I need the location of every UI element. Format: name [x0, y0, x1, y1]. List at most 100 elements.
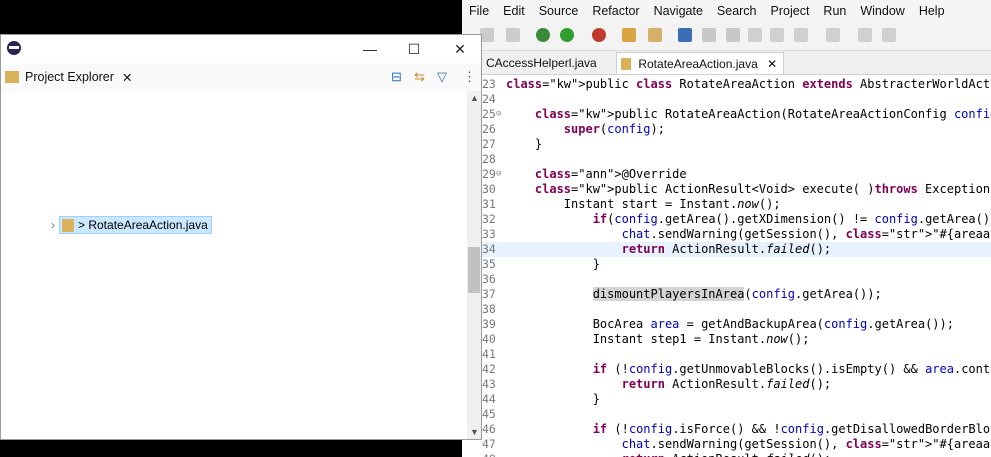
menu-project[interactable]: Project	[764, 4, 817, 18]
last-edit-location-icon[interactable]	[858, 28, 872, 42]
view-menu-icon[interactable]: ⋮	[463, 69, 476, 85]
code-line[interactable]: 48 return ActionResult.failed();	[462, 452, 991, 457]
menu-search[interactable]: Search	[710, 4, 764, 18]
fold-toggle-icon[interactable]: ⊖	[496, 167, 501, 182]
code-line[interactable]: 41	[462, 347, 991, 362]
line-number: 40	[482, 332, 496, 346]
code-line[interactable]: 27 }	[462, 137, 991, 152]
show-whitespace-icon[interactable]	[770, 28, 784, 42]
code-line[interactable]: 36	[462, 272, 991, 287]
close-button[interactable]: ✕	[437, 37, 483, 61]
toggle-block-selection-icon[interactable]	[748, 28, 762, 42]
tab-close-icon[interactable]: ✕	[122, 70, 132, 85]
mark-occurrences-icon[interactable]	[726, 28, 740, 42]
open-task-icon[interactable]	[678, 28, 692, 42]
code-line[interactable]: 38	[462, 302, 991, 317]
code-line[interactable]: 46 if (!config.isForce() && !config.getD…	[462, 422, 991, 437]
line-number: 44	[482, 392, 496, 406]
window-title-bar[interactable]: — ☐ ✕	[1, 35, 481, 62]
code-line[interactable]: 28	[462, 152, 991, 167]
next-annotation-icon[interactable]	[794, 28, 808, 42]
line-number: 32	[482, 212, 496, 226]
code-line[interactable]: 26 super(config);	[462, 122, 991, 137]
tab-caccesshelper[interactable]: CAccessHelperl.java	[484, 52, 616, 74]
fold-toggle-icon[interactable]: ⊖	[496, 107, 501, 122]
scrollbar-thumb[interactable]	[468, 247, 480, 293]
code-line[interactable]: 45	[462, 407, 991, 422]
eclipse-logo-icon	[7, 41, 21, 55]
scroll-down-icon[interactable]: ▼	[470, 427, 479, 437]
line-number: 45	[482, 407, 496, 421]
line-number: 46	[482, 422, 496, 436]
code-text: class="ann">@Override	[534, 167, 687, 181]
code-text: if(config.getArea().getXDimension() != c…	[592, 212, 991, 226]
code-line[interactable]: 23 class="kw">public class RotateAreaActi…	[462, 77, 991, 92]
code-line[interactable]: 43 return ActionResult.failed();	[462, 377, 991, 392]
menu-run[interactable]: Run	[816, 4, 853, 18]
collapse-all-icon[interactable]: ⊟	[391, 69, 402, 85]
tab-project-explorer[interactable]: Project Explorer ✕	[1, 63, 132, 91]
code-line[interactable]: 39 BocArea area = getAndBackupArea(confi…	[462, 317, 991, 332]
code-line[interactable]: 31 Instant start = Instant.now();	[462, 197, 991, 212]
new-java-project-icon[interactable]	[622, 28, 636, 42]
back-icon[interactable]	[882, 28, 896, 42]
selected-tree-node[interactable]: > RotateAreaAction.java	[59, 216, 212, 234]
external-tools-icon[interactable]	[592, 28, 606, 42]
menu-bar: File Edit Source Refactor Navigate Searc…	[462, 0, 991, 22]
save-all-icon[interactable]	[506, 28, 520, 42]
minimize-button[interactable]: —	[347, 37, 393, 61]
chevron-right-icon[interactable]: ›	[51, 218, 55, 232]
code-line[interactable]: 32 if(config.getArea().getXDimension() !…	[462, 212, 991, 227]
code-line[interactable]: 42 if (!config.getUnmovableBlocks().isEm…	[462, 362, 991, 377]
code-line[interactable]: 40 Instant step1 = Instant.now();	[462, 332, 991, 347]
tab-label: CAccessHelperl.java	[486, 56, 597, 70]
menu-source[interactable]: Source	[532, 4, 586, 18]
code-line[interactable]: 33 chat.sendWarning(getSession(), class=…	[462, 227, 991, 242]
tab-close-icon[interactable]: ✕	[767, 57, 777, 71]
vertical-scrollbar[interactable]: ▲ ▼	[467, 91, 481, 439]
line-number: 23	[482, 77, 496, 91]
maximize-button[interactable]: ☐	[391, 37, 437, 61]
line-number: 26	[482, 122, 496, 136]
code-text: chat.sendWarning(getSession(), class="st…	[621, 437, 991, 451]
menu-file[interactable]: File	[462, 4, 496, 18]
code-text: chat.sendWarning(getSession(), class="st…	[621, 227, 991, 241]
code-line[interactable]: 29 ⊖ class="ann">@Override	[462, 167, 991, 182]
menu-edit[interactable]: Edit	[496, 4, 532, 18]
debug-icon[interactable]	[536, 28, 550, 42]
code-line[interactable]: 35 }	[462, 257, 991, 272]
menu-window[interactable]: Window	[853, 4, 911, 18]
code-line[interactable]: 44 }	[462, 392, 991, 407]
tree-item[interactable]: › > RotateAreaAction.java	[51, 216, 212, 234]
code-line[interactable]: 30 class="kw">public ActionResult<Void> …	[462, 182, 991, 197]
menu-refactor[interactable]: Refactor	[585, 4, 646, 18]
code-text: return ActionResult.failed();	[506, 452, 832, 457]
menu-help[interactable]: Help	[912, 4, 952, 18]
code-line[interactable]: 47 chat.sendWarning(getSession(), class=…	[462, 437, 991, 452]
code-line[interactable]: 24	[462, 92, 991, 107]
tab-label: RotateAreaAction.java	[638, 57, 758, 71]
code-text: class="kw">public RotateAreaAction(Rotat…	[534, 107, 991, 121]
link-with-editor-icon[interactable]: ⇆	[414, 69, 425, 85]
line-number: 36	[482, 272, 496, 286]
code-editor[interactable]: 23 class="kw">public class RotateAreaActi…	[462, 75, 991, 457]
code-line[interactable]: 25 ⊖ class="kw">public RotateAreaAction(R…	[462, 107, 991, 122]
open-type-icon[interactable]	[648, 28, 662, 42]
line-number: 24	[482, 92, 496, 106]
filter-icon[interactable]: ▽	[437, 69, 447, 85]
view-tab-bar: Project Explorer ✕ ⊟ ⇆ ▽ ⋮	[1, 63, 481, 91]
code-text: dismountPlayersInArea(config.getArea());	[592, 287, 882, 301]
line-number: 41	[482, 347, 496, 361]
code-line[interactable]: 34 return ActionResult.failed();	[462, 242, 991, 257]
code-text: if (!config.isForce() && !config.getDisa…	[592, 422, 991, 436]
run-icon[interactable]	[560, 28, 574, 42]
tab-label: Project Explorer	[25, 70, 114, 84]
search-icon[interactable]	[702, 28, 716, 42]
menu-navigate[interactable]: Navigate	[647, 4, 710, 18]
line-number: 30	[482, 182, 496, 196]
line-number: 33	[482, 227, 496, 241]
tab-rotateareaaction[interactable]: RotateAreaAction.java ✕	[616, 52, 784, 74]
code-line[interactable]: 37 dismountPlayersInArea(config.getArea(…	[462, 287, 991, 302]
previous-annotation-icon[interactable]	[826, 28, 840, 42]
scroll-up-icon[interactable]: ▲	[470, 93, 479, 103]
